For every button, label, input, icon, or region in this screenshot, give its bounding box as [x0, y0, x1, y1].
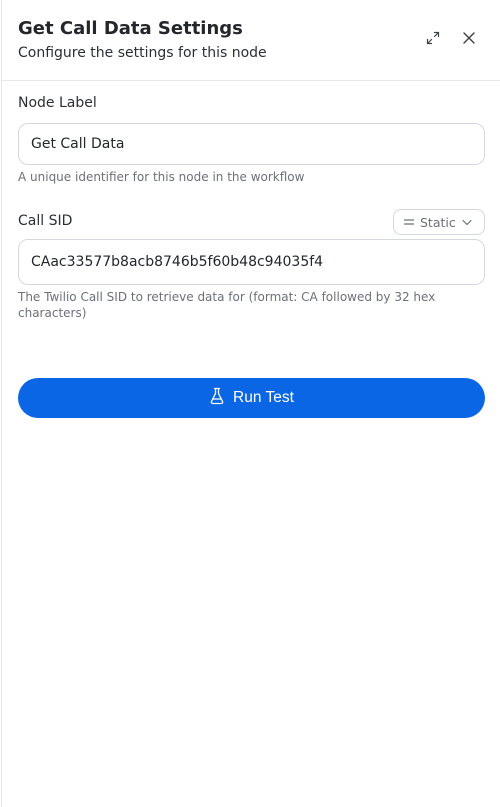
expand-button[interactable]: [421, 28, 445, 52]
flask-icon: [209, 387, 225, 410]
equals-icon: [403, 215, 415, 230]
call-sid-help: The Twilio Call SID to retrieve data for…: [18, 290, 436, 320]
expand-icon: [425, 30, 441, 50]
close-button[interactable]: [457, 28, 481, 52]
run-test-button[interactable]: Run Test: [18, 378, 485, 418]
chevron-down-icon: [461, 215, 473, 230]
settings-panel: Get Call Data Settings Configure the set…: [1, 0, 500, 807]
call-sid-mode-select[interactable]: Static: [393, 209, 485, 235]
panel-subtitle: Configure the settings for this node: [18, 45, 267, 61]
run-test-label: Run Test: [233, 389, 294, 406]
node-label-input[interactable]: [18, 123, 485, 165]
panel-title: Get Call Data Settings: [18, 18, 243, 39]
call-sid-input[interactable]: [18, 239, 485, 285]
call-sid-label: Call SID: [18, 213, 73, 229]
panel-header: Get Call Data Settings Configure the set…: [2, 0, 500, 81]
call-sid-mode-value: Static: [420, 214, 456, 230]
close-icon: [461, 30, 477, 50]
node-label-label: Node Label: [18, 95, 97, 111]
node-label-help: A unique identifier for this node in the…: [18, 170, 305, 184]
